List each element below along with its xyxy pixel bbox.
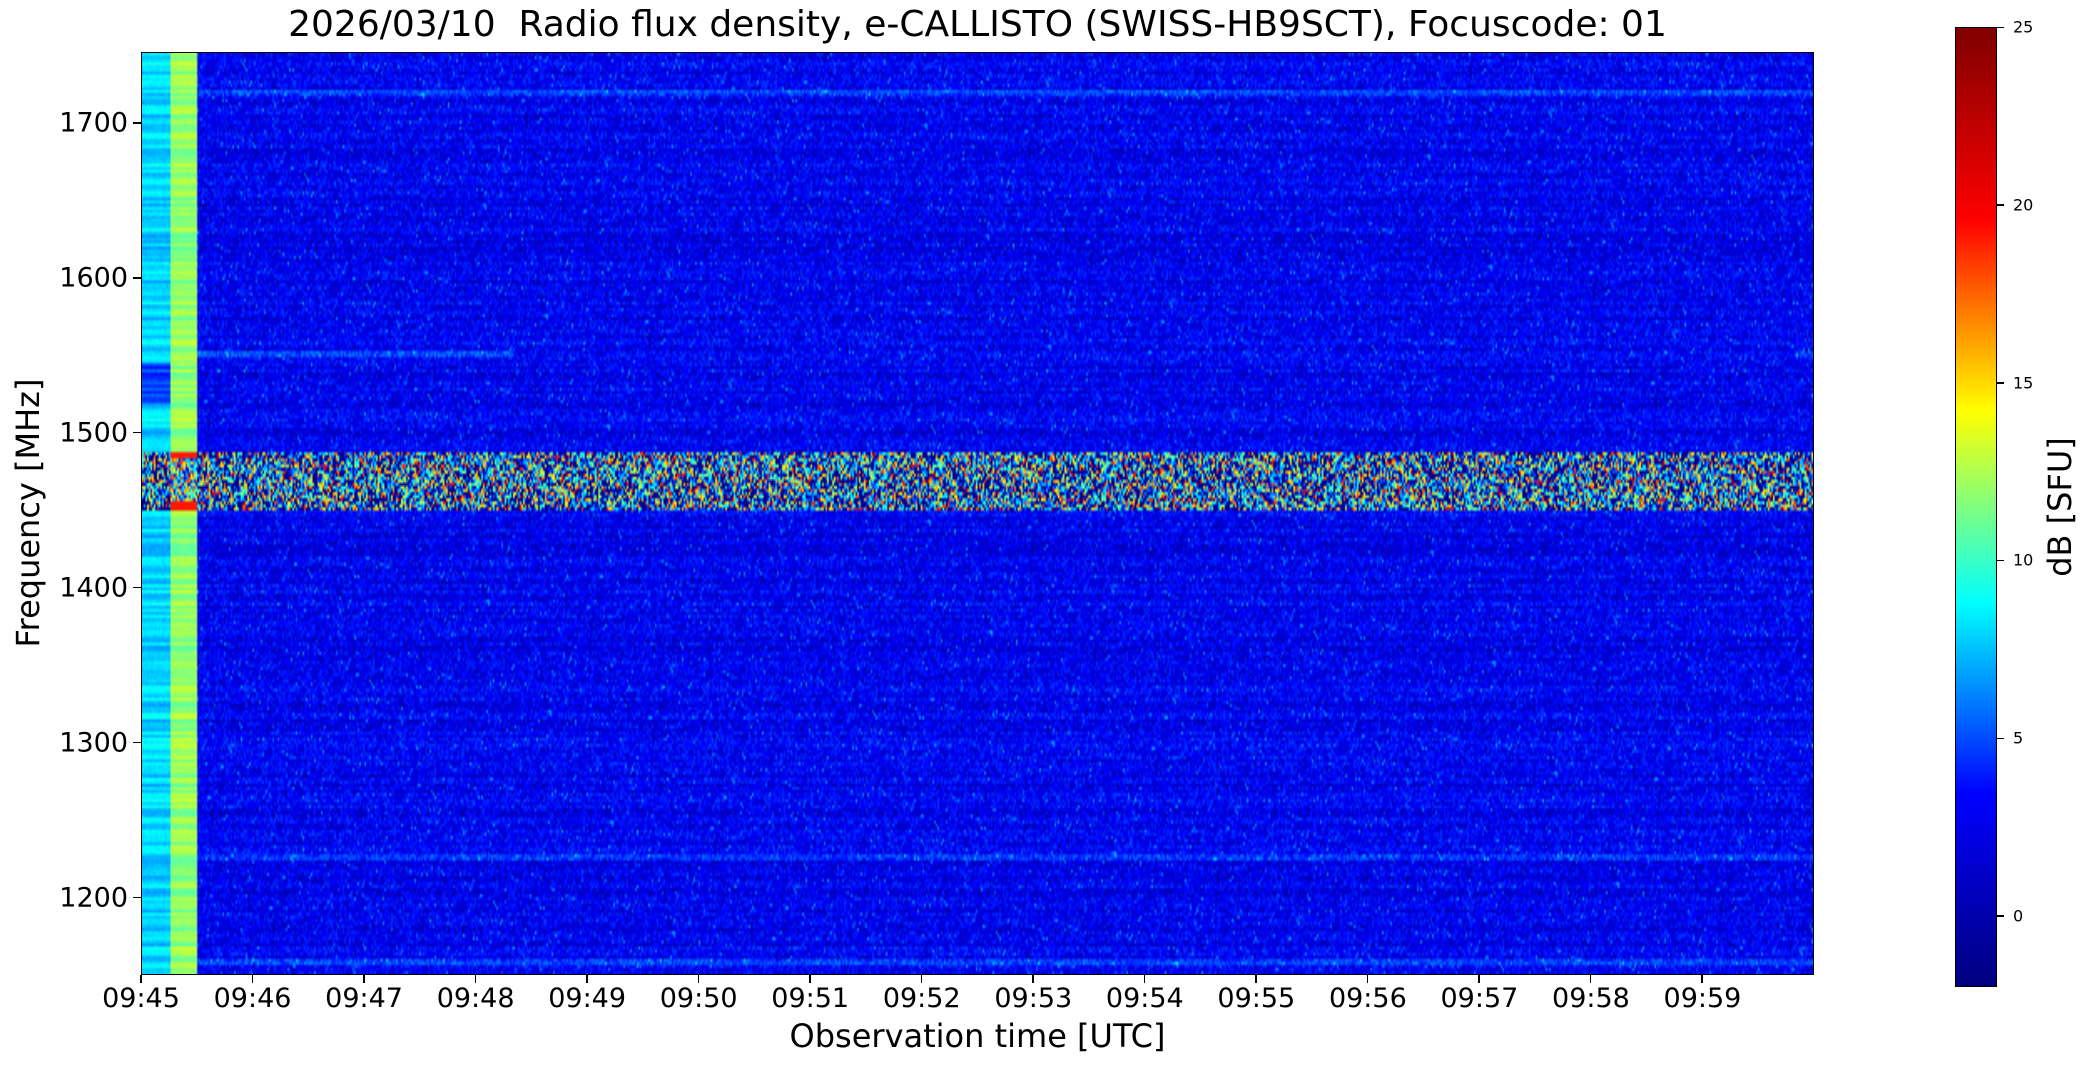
y-tick-mark [133, 431, 141, 434]
x-tick-mark [1255, 975, 1257, 983]
y-tick-mark [133, 277, 141, 279]
y-tick-mark [133, 122, 141, 124]
colorbar-label: dB [SFU] [2041, 437, 2079, 577]
y-tick-label: 1200 [59, 882, 128, 914]
x-tick-label: 09:46 [213, 983, 292, 1014]
spectrogram-heatmap [142, 53, 1813, 974]
spectrogram-plot-area [141, 52, 1814, 975]
colorbar-tick-label: 15 [2013, 373, 2034, 393]
x-tick-label: 09:47 [325, 983, 403, 1014]
y-tick-label: 1700 [59, 107, 128, 139]
colorbar-tick-label: 10 [2013, 550, 2034, 570]
x-tick-mark [1032, 975, 1034, 983]
x-axis-label: Observation time [UTC] [789, 1017, 1166, 1055]
colorbar-tick-label: 5 [2013, 728, 2024, 748]
x-tick-label: 09:52 [882, 983, 961, 1014]
y-tick-mark [133, 586, 141, 589]
x-tick-mark [920, 975, 923, 983]
x-tick-label: 09:55 [1217, 983, 1296, 1014]
x-tick-label: 09:57 [1440, 983, 1519, 1014]
colorbar [1955, 27, 1997, 987]
colorbar-tick-label: 20 [2013, 195, 2034, 215]
colorbar-tick-mark [1997, 915, 2004, 917]
x-tick-mark [1589, 975, 1592, 983]
chart-title: 2026/03/10 Radio flux density, e-CALLIST… [288, 4, 1667, 45]
x-tick-label: 09:53 [994, 983, 1073, 1014]
x-tick-mark [1366, 975, 1369, 983]
x-tick-mark [586, 975, 588, 983]
x-tick-label: 09:49 [548, 983, 627, 1014]
x-tick-label: 09:50 [659, 983, 738, 1014]
colorbar-tick-label: 0 [2013, 906, 2024, 926]
colorbar-tick-label: 25 [2013, 17, 2034, 37]
x-tick-label: 09:58 [1552, 983, 1630, 1014]
x-tick-mark [697, 975, 700, 983]
x-tick-label: 09:45 [102, 983, 180, 1014]
x-tick-mark [474, 975, 477, 983]
colorbar-tick-mark [1997, 204, 2004, 206]
y-tick-mark [133, 741, 141, 744]
x-tick-mark [1143, 975, 1146, 983]
colorbar-tick-mark [1997, 559, 2004, 562]
y-tick-label: 1500 [59, 417, 128, 449]
colorbar-tick-mark [1997, 382, 2004, 384]
x-tick-label: 09:59 [1663, 983, 1742, 1014]
x-tick-mark [1701, 975, 1703, 983]
y-tick-label: 1300 [59, 727, 128, 759]
x-tick-mark [809, 975, 811, 983]
colorbar-tick-mark [1997, 26, 2004, 28]
y-tick-label: 1400 [59, 572, 128, 604]
y-tick-label: 1600 [59, 262, 128, 294]
x-tick-mark [363, 975, 365, 983]
x-tick-mark [251, 975, 254, 983]
x-tick-label: 09:51 [771, 983, 850, 1014]
y-tick-mark [133, 896, 141, 899]
x-tick-label: 09:48 [436, 983, 515, 1014]
x-tick-mark [1478, 975, 1480, 983]
x-tick-label: 09:54 [1105, 983, 1184, 1014]
x-tick-mark [140, 975, 142, 983]
colorbar-tick-mark [1997, 737, 2004, 740]
x-tick-label: 09:56 [1328, 983, 1407, 1014]
